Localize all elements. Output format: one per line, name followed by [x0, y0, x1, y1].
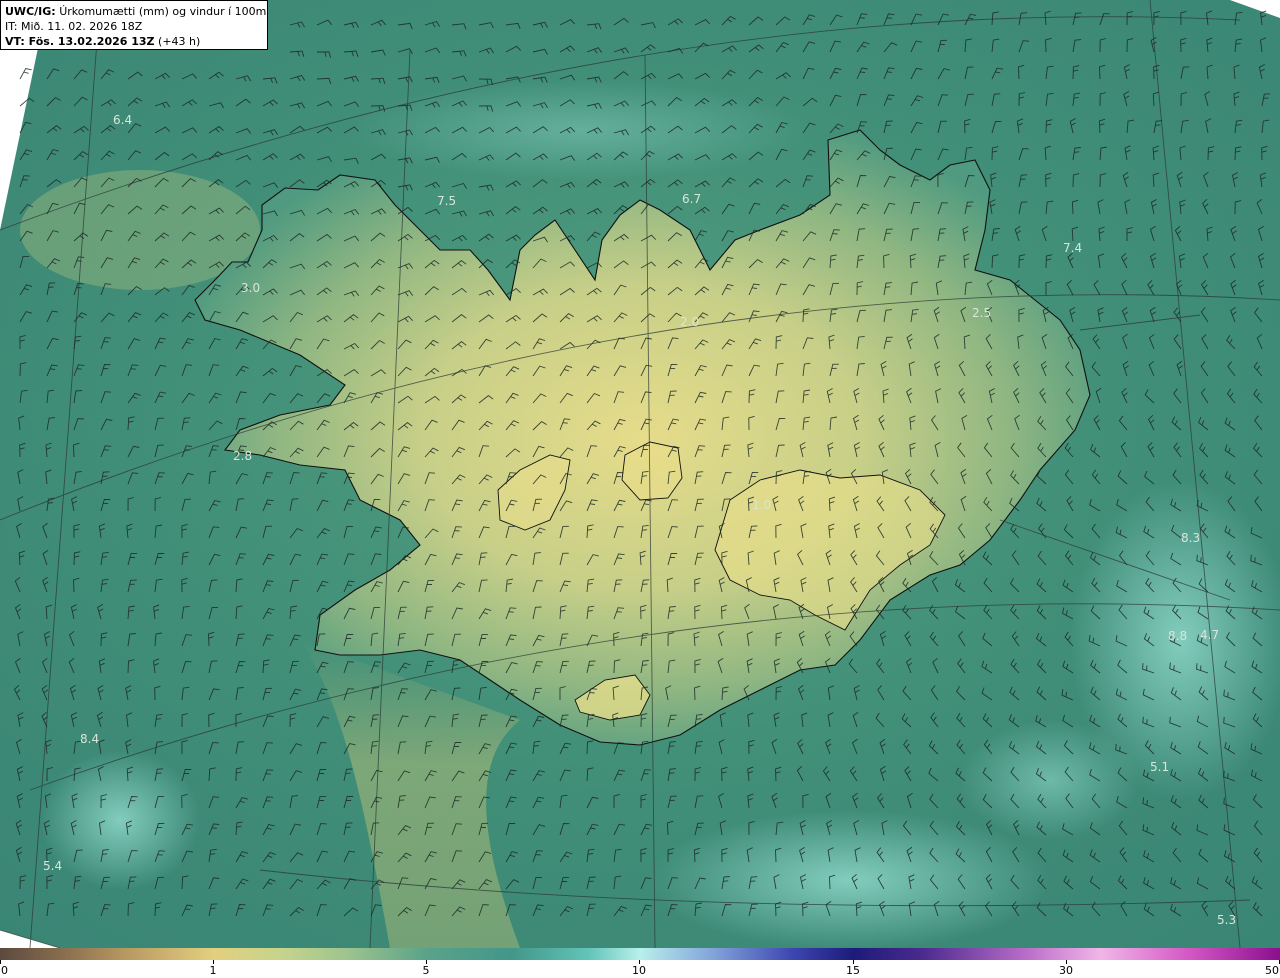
product-title: Úrkomumætti (mm) og vindur í 100m hæð — [59, 5, 267, 18]
value-label: 5.3 — [1217, 913, 1236, 927]
product-code: UWC/IG: — [5, 5, 56, 18]
colorbar-tick-label: 15 — [846, 964, 860, 977]
value-label: 2.5 — [972, 306, 991, 320]
value-label: 1.0 — [752, 498, 771, 512]
value-label: 2.0 — [680, 315, 699, 329]
forecast-lead: (+43 h) — [158, 35, 201, 48]
initial-time: IT: Mið. 11. 02. 2026 18Z — [5, 20, 143, 33]
value-label: 7.4 — [1063, 241, 1082, 255]
colorbar-tick-label: 10 — [632, 964, 646, 977]
precipitation-colorbar: 0 1 5 10 15 30 50 — [0, 948, 1280, 978]
precipitation-wind-map: 6.4 7.5 6.7 7.4 3.0 2.5 2.0 2.8 1.0 8.3 … — [0, 0, 1280, 948]
value-label: 5.4 — [43, 859, 62, 873]
value-label: 7.5 — [437, 194, 456, 208]
colorbar-gradient — [0, 948, 1280, 960]
value-label: 8.4 — [80, 732, 99, 746]
value-label: 4.7 — [1200, 628, 1219, 642]
map-header: UWC/IG: Úrkomumætti (mm) og vindur í 100… — [0, 0, 268, 50]
colorbar-tick-label: 1 — [209, 964, 217, 977]
value-label: 5.1 — [1150, 760, 1169, 774]
value-label: 2.8 — [233, 449, 252, 463]
colorbar-tick-label: 30 — [1059, 964, 1073, 977]
valid-time: VT: Fös. 13.02.2026 13Z — [5, 35, 155, 48]
value-label: 8.8 — [1168, 629, 1187, 643]
value-label: 3.0 — [241, 281, 260, 295]
colorbar-tick-label: 50 — [1265, 964, 1279, 977]
value-label: 8.3 — [1181, 531, 1200, 545]
colorbar-tick-label: 0 — [1, 964, 8, 977]
colorbar-tick-label: 5 — [422, 964, 430, 977]
value-label: 6.4 — [113, 113, 132, 127]
value-label: 6.7 — [682, 192, 701, 206]
